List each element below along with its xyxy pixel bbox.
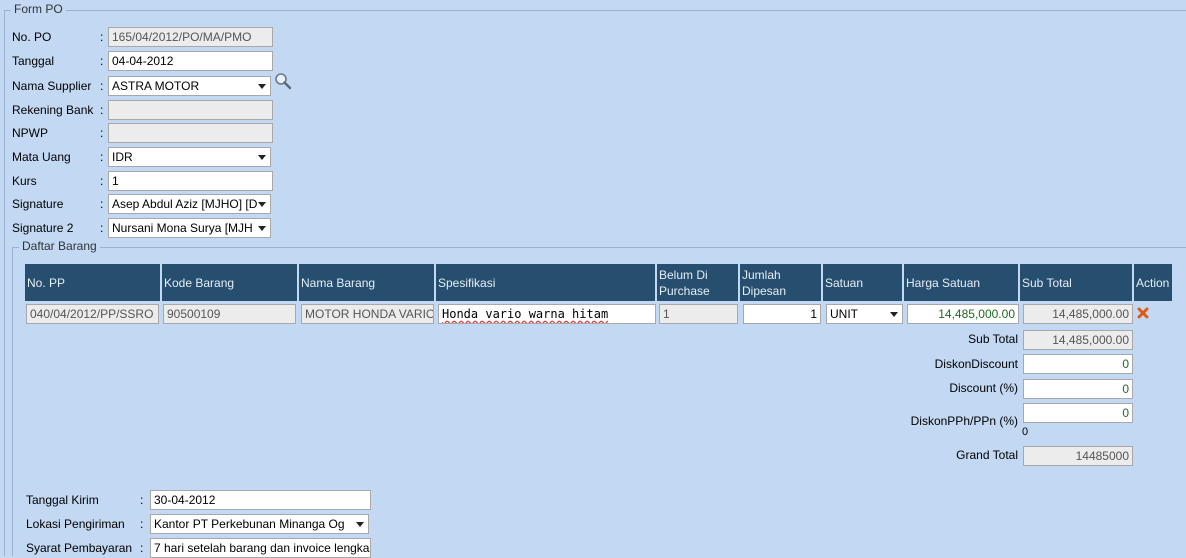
col-harga-satuan[interactable]: Harga Satuan [904, 264, 1018, 301]
lokasi-label: Lokasi Pengiriman [26, 516, 125, 531]
spesifikasi-textarea[interactable]: Honda vario warna hitam [438, 304, 656, 324]
daftar-barang-legend: Daftar Barang [19, 239, 100, 253]
col-jumlah-dipesan[interactable]: Jumlah Dipesan [740, 264, 821, 301]
chevron-down-icon [258, 225, 266, 231]
signature-label: Signature [12, 196, 64, 211]
discount-pct-label: Discount (%) [949, 381, 1018, 395]
col-kode-barang[interactable]: Kode Barang [162, 264, 297, 301]
chevron-down-icon [258, 154, 266, 160]
syarat-row: Syarat Pembayaran : 7 hari setelah baran… [26, 537, 371, 558]
grand-total-field[interactable]: 14485000 [1023, 446, 1133, 466]
lokasi-select[interactable]: Kantor PT Perkebunan Minanga Og [150, 513, 369, 534]
col-nama-barang[interactable]: Nama Barang [299, 264, 434, 301]
mata-uang-row: Mata Uang : IDR [12, 146, 271, 167]
lokasi-row: Lokasi Pengiriman : Kantor PT Perkebunan… [26, 513, 369, 534]
subtotal-label: Sub Total [968, 332, 1018, 346]
delete-x-icon[interactable] [1137, 307, 1149, 319]
tanggal-label: Tanggal [12, 53, 55, 68]
form-po-legend: Form PO [11, 2, 66, 16]
signature2-select[interactable]: Nursani Mona Surya [MJH [108, 217, 271, 238]
pph-field[interactable]: 0 [1023, 403, 1133, 423]
no-po-field[interactable]: 165/04/2012/PO/MA/PMO [108, 26, 273, 47]
chevron-down-icon [258, 201, 266, 207]
chevron-down-icon [356, 521, 364, 527]
chevron-down-icon [258, 83, 266, 89]
tanggal-kirim-label: Tanggal Kirim [26, 492, 99, 507]
col-action[interactable]: Action [1134, 264, 1172, 301]
harga-satuan-field[interactable]: 14,485,000.00 [907, 304, 1019, 324]
rekening-label: Rekening Bank [12, 102, 94, 117]
npwp-label: NPWP [12, 125, 48, 140]
syarat-field[interactable]: 7 hari setelah barang dan invoice lengka [150, 537, 371, 558]
kurs-label: Kurs [12, 173, 37, 188]
pph-note: 0 [1022, 426, 1029, 438]
col-no-pp[interactable]: No. PP [25, 264, 160, 301]
no-po-label: No. PO [12, 29, 52, 44]
npwp-field[interactable] [108, 122, 273, 143]
rekening-row: Rekening Bank : [12, 99, 273, 120]
tanggal-kirim-field[interactable]: 30-04-2012 [150, 489, 371, 510]
sub-total-cell[interactable]: 14,485,000.00 [1023, 304, 1133, 324]
signature2-row: Signature 2 : Nursani Mona Surya [MJH [12, 217, 271, 238]
no-po-row: No. PO : 165/04/2012/PO/MA/PMO [12, 26, 273, 47]
diskon-field[interactable]: 0 [1023, 354, 1133, 374]
tanggal-kirim-row: Tanggal Kirim : 30-04-2012 [26, 489, 371, 510]
table-row: 040/04/2012/PP/SSRO 90500109 MOTOR HONDA… [25, 304, 1175, 326]
supplier-label: Nama Supplier [12, 78, 92, 93]
grid-header: No. PP Kode Barang Nama Barang Spesifika… [25, 264, 1172, 301]
col-sub-total[interactable]: Sub Total [1020, 264, 1132, 301]
pph-label: DiskonPPh/PPn (%) [910, 414, 1018, 428]
col-belum-purchase[interactable]: Belum Di Purchase [657, 264, 738, 301]
grand-total-label: Grand Total [956, 448, 1018, 462]
signature-row: Signature : Asep Abdul Aziz [MJHO] [D [12, 193, 271, 214]
mata-uang-label: Mata Uang [12, 149, 71, 164]
belum-purchase-cell[interactable]: 1 [659, 304, 738, 324]
satuan-select[interactable]: UNIT [826, 304, 903, 324]
magnifier-icon[interactable] [274, 72, 292, 90]
col-satuan[interactable]: Satuan [823, 264, 902, 301]
nama-barang-cell[interactable]: MOTOR HONDA VARIO [301, 304, 434, 324]
signature-select[interactable]: Asep Abdul Aziz [MJHO] [D [108, 193, 271, 214]
no-pp-cell[interactable]: 040/04/2012/PP/SSRO [26, 304, 159, 324]
kode-barang-cell[interactable]: 90500109 [163, 304, 296, 324]
chevron-down-icon [890, 312, 898, 317]
jumlah-dipesan-field[interactable]: 1 [743, 304, 821, 324]
mata-uang-select[interactable]: IDR [108, 146, 271, 167]
diskon-label: DiskonDiscount [934, 357, 1018, 371]
supplier-row: Nama Supplier : ASTRA MOTOR [12, 75, 271, 96]
tanggal-field[interactable]: 04-04-2012 [108, 50, 273, 71]
syarat-label: Syarat Pembayaran [26, 540, 133, 555]
supplier-select[interactable]: ASTRA MOTOR [108, 75, 271, 96]
discount-pct-field[interactable]: 0 [1023, 379, 1133, 399]
tanggal-row: Tanggal : 04-04-2012 [12, 50, 273, 71]
col-spesifikasi[interactable]: Spesifikasi [436, 264, 655, 301]
kurs-field[interactable]: 1 [108, 170, 273, 191]
signature2-label: Signature 2 [12, 220, 74, 235]
kurs-row: Kurs : 1 [12, 170, 273, 191]
summary-subtotal-field[interactable]: 14,485,000.00 [1023, 330, 1133, 350]
npwp-row: NPWP : [12, 122, 273, 143]
rekening-field[interactable] [108, 99, 273, 120]
